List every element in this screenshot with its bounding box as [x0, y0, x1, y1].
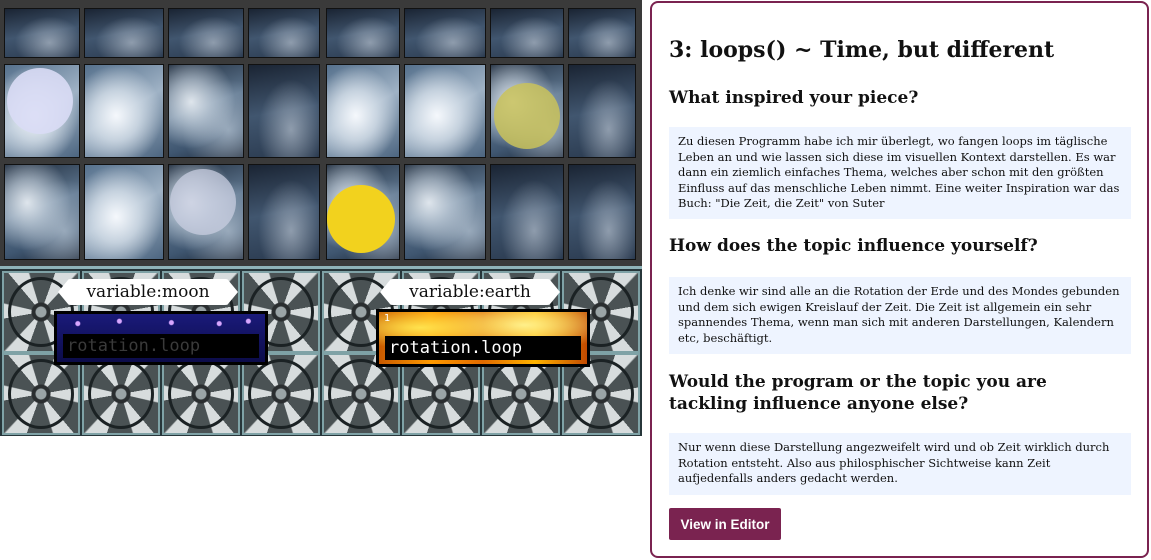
window-pane: [4, 8, 80, 58]
window-pane: [248, 64, 320, 158]
question-heading: How does the topic influence yourself?: [669, 236, 1038, 256]
page-title: 3: loops() ~ Time, but different: [669, 37, 1055, 63]
window-grid: [0, 0, 642, 266]
window-pane: [326, 8, 400, 58]
fan-icon: [242, 353, 320, 435]
earth-variable-label: variable:earth: [380, 279, 560, 305]
window-pane: [248, 8, 320, 58]
sun-orb: [327, 185, 395, 253]
moon-loop-text: rotation.loop: [63, 334, 259, 358]
window-pane: [4, 164, 80, 260]
info-panel: 3: loops() ~ Time, but different What in…: [650, 1, 1149, 558]
question-heading: What inspired your piece?: [669, 88, 919, 108]
window-pane: [84, 64, 164, 158]
moon-variable-label: variable:moon: [58, 279, 238, 305]
window-pane: [490, 164, 564, 260]
window-pane: [568, 8, 636, 58]
fan-icon: [162, 353, 240, 435]
moon-loop-box: rotation.loop: [54, 311, 268, 365]
moon-orb-faded: [170, 169, 236, 235]
window-pane: [568, 64, 636, 158]
window-pane: [404, 8, 486, 58]
window-pane: [404, 164, 486, 260]
fan-icon: [2, 353, 80, 435]
earth-loop-text: rotation.loop: [385, 336, 581, 360]
window-pane: [84, 164, 164, 260]
window-pane: [326, 64, 400, 158]
fan-icon: [82, 353, 160, 435]
answer-text: Nur wenn diese Darstellung angezweifelt …: [669, 433, 1131, 495]
window-pane: [168, 64, 244, 158]
question-heading: Would the program or the topic you are t…: [669, 372, 1047, 414]
window-pane: [248, 164, 320, 260]
window-pane: [404, 64, 486, 158]
answer-text: Zu diesen Programm habe ich mir überlegt…: [669, 127, 1131, 219]
window-pane: [84, 8, 164, 58]
artwork-canvas: variable:moon rotation.loop variable:ear…: [0, 0, 642, 436]
moon-orb: [7, 68, 73, 134]
window-pane: [568, 164, 636, 260]
view-in-editor-button[interactable]: View in Editor: [669, 508, 781, 540]
window-pane: [168, 8, 244, 58]
earth-loop-box: 1 rotation.loop: [376, 309, 590, 367]
sun-orb-faded: [494, 83, 560, 149]
window-pane: [490, 8, 564, 58]
answer-text: Ich denke wir sind alle an die Rotation …: [669, 277, 1131, 354]
earth-loop-number: 1: [384, 313, 391, 324]
